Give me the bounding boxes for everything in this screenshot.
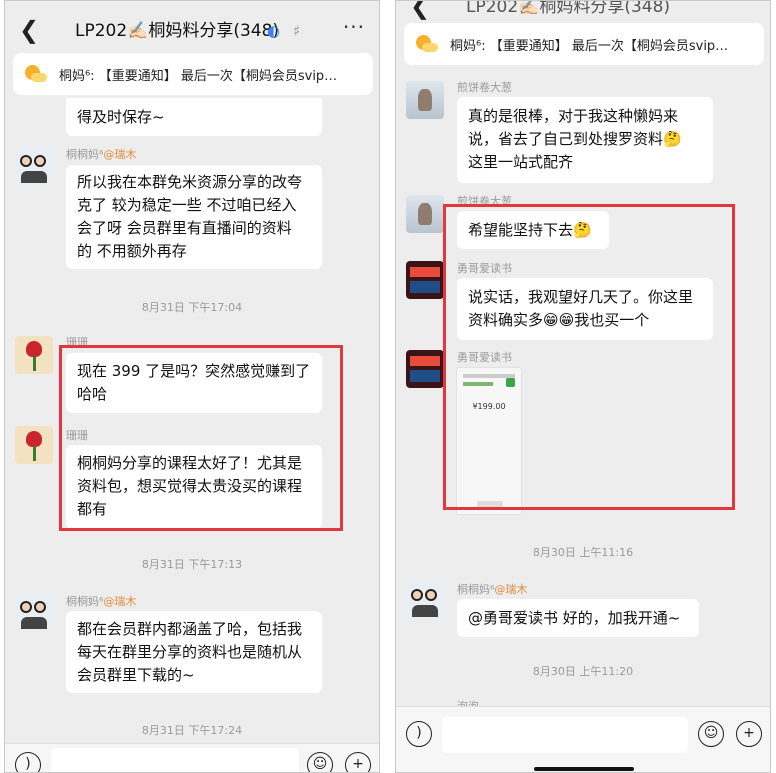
- message-bubble[interactable]: @勇哥爱读书 好的，加我开通~: [457, 599, 699, 637]
- avatar[interactable]: [406, 81, 444, 119]
- avatar[interactable]: [406, 350, 444, 388]
- message-bubble[interactable]: 都在会员群内都涵盖了哈，包括我 每天在群里分享的资料也是随机从 会员群里下载的~: [66, 611, 322, 693]
- sender-name: 桐桐妈⁶@瑞木: [457, 583, 528, 596]
- message-text: 得及时保存~: [77, 108, 165, 126]
- avatar[interactable]: [406, 261, 444, 299]
- message-input[interactable]: [442, 717, 688, 753]
- notice-text: 桐妈⁶: 【重要通知】 最后一次【桐妈会员svip…: [59, 68, 338, 84]
- message-bubble[interactable]: 桐桐妈分享的课程太好了！尤其是 资料包，想买觉得太贵没买的课程 都有: [66, 445, 322, 529]
- weather-sun-icon: [25, 65, 47, 83]
- timestamp: 8月30日 上午11:16: [532, 546, 634, 559]
- mention-tag: @瑞木: [494, 583, 528, 596]
- message-bubble[interactable]: 现在 399 了是吗？突然感觉赚到了 哈哈: [66, 353, 322, 413]
- payment-amount: ¥199.00: [472, 402, 506, 411]
- message-bubble[interactable]: 得及时保存~: [66, 98, 322, 136]
- weather-sun-icon: [416, 35, 438, 53]
- sender-name: 桐桐妈⁶@瑞木: [66, 595, 137, 608]
- message-bubble[interactable]: 真的是很棒，对于我这种懒妈来 说，省去了自己到处搜罗资料🤔 这里一站式配齐: [457, 97, 713, 183]
- sender-name: 煎饼卷大葱: [457, 81, 512, 94]
- timestamp: 8月30日 上午11:20: [532, 665, 634, 678]
- input-bar: ) ☺ +: [5, 743, 379, 772]
- group-chat-icon: ◐: [267, 22, 281, 40]
- avatar[interactable]: [15, 336, 53, 374]
- avatar[interactable]: [15, 147, 53, 185]
- left-chat-screenshot: ❮ LP202✍🏻桐妈料分享(348) ◐ ♯ ··· 桐妈⁶: 【重要通知】 …: [4, 0, 380, 773]
- message-bubble[interactable]: 所以我在本群免米资源分享的改夸 克了 较为稳定一些 不过咱已经入 会了呀 会员群…: [66, 165, 322, 269]
- sender-name: 勇哥爱读书: [457, 351, 512, 364]
- avatar[interactable]: [406, 581, 444, 619]
- chat-title: LP202✍🏻桐妈料分享(348): [75, 21, 280, 41]
- voice-icon[interactable]: ): [406, 721, 432, 747]
- avatar[interactable]: [15, 593, 53, 631]
- mute-bell-icon: ♯: [293, 22, 301, 40]
- right-chat-screenshot: ❮ LP202✍🏻桐妈料分享(348) 桐妈⁶: 【重要通知】 最后一次【桐妈会…: [395, 0, 771, 773]
- payment-screenshot-image[interactable]: ¥199.00: [456, 367, 522, 515]
- chat-title: LP202✍🏻桐妈料分享(348): [466, 0, 671, 17]
- pinned-notice[interactable]: 桐妈⁶: 【重要通知】 最后一次【桐妈会员svip…: [404, 23, 764, 65]
- avatar[interactable]: [406, 195, 444, 233]
- mention-tag: @瑞木: [103, 148, 137, 161]
- timestamp: 8月31日 下午17:13: [141, 558, 243, 571]
- timestamp: 8月31日 下午17:04: [141, 301, 243, 314]
- message-input[interactable]: [51, 748, 299, 772]
- avatar[interactable]: [15, 426, 53, 464]
- back-chevron-icon[interactable]: ❮: [19, 16, 39, 44]
- sender-name: 桐桐妈⁶@瑞木: [66, 148, 137, 161]
- mention-tag: @瑞木: [103, 595, 137, 608]
- sender-name: 珊珊: [66, 336, 88, 349]
- pinned-notice[interactable]: 桐妈⁶: 【重要通知】 最后一次【桐妈会员svip…: [13, 53, 373, 95]
- back-chevron-icon[interactable]: ❮: [410, 1, 430, 20]
- emoji-icon[interactable]: ☺: [307, 752, 333, 772]
- plus-icon[interactable]: +: [736, 721, 762, 747]
- input-bar: ) ☺ +: [396, 706, 770, 772]
- sender-name: 珊珊: [66, 429, 88, 442]
- plus-icon[interactable]: +: [345, 752, 371, 772]
- voice-icon[interactable]: ): [15, 752, 41, 772]
- message-bubble[interactable]: 希望能坚持下去🤔: [457, 211, 609, 249]
- sender-name: 勇哥爱读书: [457, 262, 512, 275]
- timestamp: 8月31日 下午17:24: [141, 724, 243, 737]
- message-bubble[interactable]: 说实话，我观望好几天了。你这里 资料确实多😁😁我也买一个: [457, 278, 713, 340]
- sender-name: 煎饼卷大葱: [457, 195, 512, 208]
- more-icon[interactable]: ···: [343, 15, 365, 39]
- notice-text: 桐妈⁶: 【重要通知】 最后一次【桐妈会员svip…: [450, 38, 729, 54]
- chat-header: ❮ LP202✍🏻桐妈料分享(348) ◐ ♯ ···: [5, 1, 379, 59]
- emoji-icon[interactable]: ☺: [698, 721, 724, 747]
- home-indicator: [534, 767, 634, 771]
